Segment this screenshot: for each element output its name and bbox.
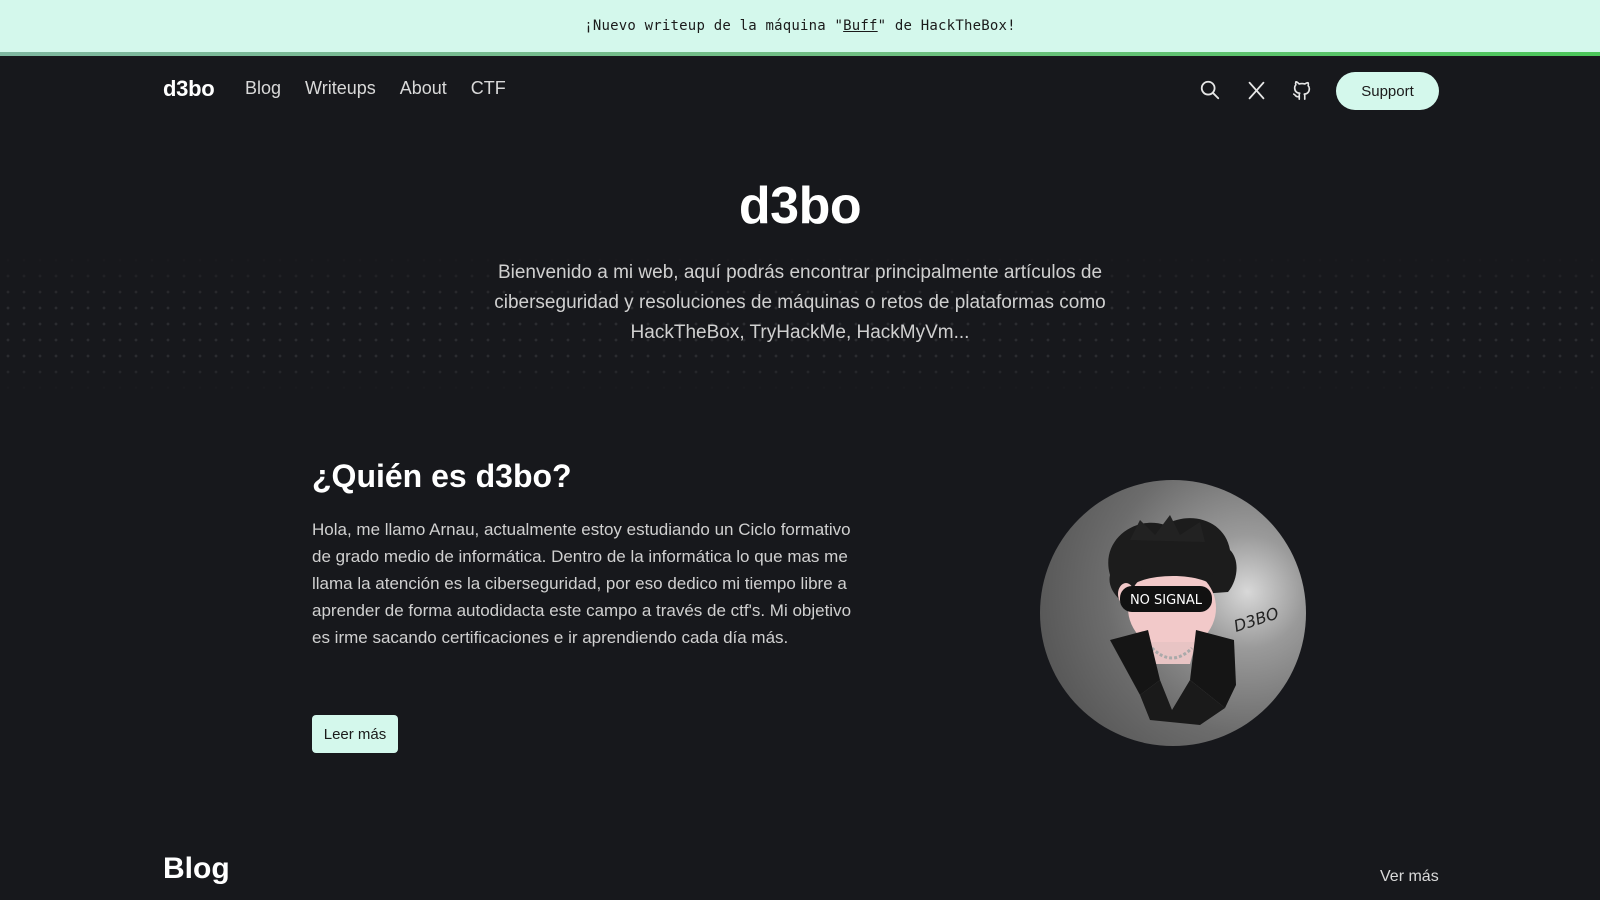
- see-more-link[interactable]: Ver más: [1380, 868, 1439, 886]
- nav-icon-group: [1198, 78, 1314, 102]
- avatar-signature: D3BO: [1231, 603, 1281, 635]
- avatar: NO SIGNAL D3BO: [1040, 480, 1306, 746]
- banner-link-buff[interactable]: Buff: [843, 18, 878, 34]
- hero-title: d3bo: [738, 177, 862, 235]
- about-heading: ¿Quién es d3bo?: [312, 458, 572, 494]
- top-navbar: d3bo Blog Writeups About CTF Support: [0, 56, 1600, 126]
- banner-text-prefix: ¡Nuevo writeup de la máquina ": [584, 18, 844, 34]
- blog-heading: Blog: [163, 852, 230, 885]
- hero-description: Bienvenido a mi web, aquí podrás encontr…: [494, 262, 1106, 343]
- search-icon[interactable]: [1198, 78, 1222, 102]
- avatar-illustration: NO SIGNAL D3BO: [1108, 515, 1281, 725]
- x-icon[interactable]: [1244, 78, 1268, 102]
- about-paragraph: Hola, me llamo Arnau, actualmente estoy …: [312, 520, 852, 647]
- nav-link-ctf[interactable]: CTF: [471, 78, 506, 99]
- announcement-banner: ¡Nuevo writeup de la máquina " Buff " de H…: [0, 0, 1600, 52]
- site-logo[interactable]: d3bo: [163, 76, 215, 102]
- github-icon[interactable]: [1290, 78, 1314, 102]
- avatar-no-signal-text: NO SIGNAL: [1130, 593, 1203, 608]
- read-more-button[interactable]: Leer más: [312, 715, 398, 753]
- nav-link-blog[interactable]: Blog: [245, 78, 281, 99]
- nav-link-about[interactable]: About: [400, 78, 447, 99]
- support-button[interactable]: Support: [1336, 72, 1439, 110]
- nav-link-writeups[interactable]: Writeups: [305, 78, 376, 99]
- banner-text-suffix: " de HackTheBox!: [877, 18, 1016, 34]
- nav-links: Blog Writeups About CTF: [245, 78, 506, 99]
